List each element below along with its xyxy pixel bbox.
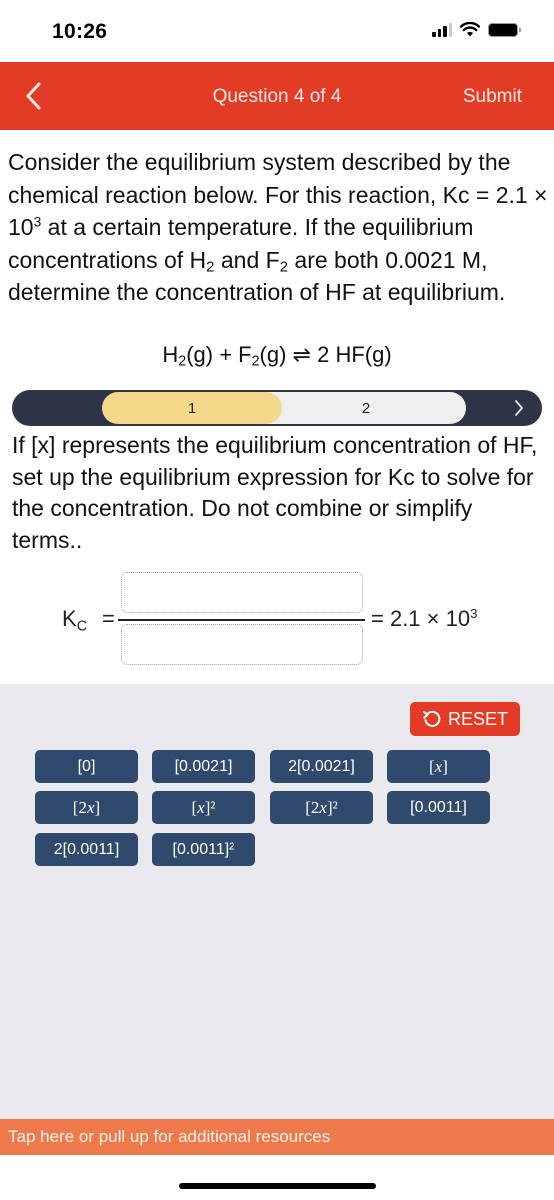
tile-label: [x]	[429, 756, 448, 776]
subscript: C	[76, 618, 88, 635]
status-icons	[432, 22, 521, 37]
tile-label: [x]²	[191, 797, 216, 817]
tile-0.0011-squared[interactable]: [0.0011]²	[152, 833, 255, 866]
undo-icon	[422, 710, 441, 727]
question-text: Consider the equilibrium system describe…	[8, 146, 548, 309]
tile-0.0021[interactable]: [0.0021]	[152, 750, 255, 783]
reset-label: RESET	[447, 708, 508, 729]
step-1-tab[interactable]: 1	[102, 392, 282, 424]
question-text-part: and F	[214, 246, 280, 273]
tile-x[interactable]: [x]	[387, 750, 490, 783]
numerator-drop-zone[interactable]	[121, 572, 363, 613]
tile-2x-0.0021[interactable]: 2[0.0021]	[270, 750, 373, 783]
kc-value-text: = 2.1 × 10	[371, 606, 471, 631]
home-indicator[interactable]	[179, 1183, 376, 1189]
chevron-right-icon	[515, 400, 523, 416]
equals-sign: =	[102, 606, 115, 631]
tile-0.0011[interactable]: [0.0011]	[387, 791, 490, 824]
reaction-part: (g) ⇌ 2 HF(g)	[259, 342, 392, 367]
kc-value: = 2.1 × 103	[371, 606, 477, 632]
tile-2x-0.0011[interactable]: 2[0.0011]	[35, 833, 138, 866]
cellular-signal-icon	[432, 22, 452, 37]
denominator-drop-zone[interactable]	[121, 624, 363, 665]
reset-button[interactable]: RESET	[410, 702, 520, 736]
instruction-text: If [x] represents the equilibrium concen…	[12, 432, 538, 553]
tile-zero[interactable]: [0]	[35, 750, 138, 783]
tile-x-squared[interactable]: [x]²	[152, 791, 255, 824]
tile-label: [2x]²	[305, 797, 338, 817]
step-2-tab[interactable]: 2	[266, 392, 466, 424]
subscript: 2	[251, 353, 260, 370]
tile-2x[interactable]: [2x]	[35, 791, 138, 824]
superscript: 3	[470, 606, 478, 622]
reaction-part: (g) + F	[186, 342, 252, 367]
subscript: 2	[279, 258, 289, 276]
nav-bar: Question 4 of 4 Submit	[0, 62, 554, 130]
subscript: 2	[178, 353, 187, 370]
chemical-reaction: H2(g) + F2(g) ⇌ 2 HF(g)	[0, 342, 554, 370]
next-step-button[interactable]	[514, 390, 524, 426]
battery-icon	[488, 22, 521, 37]
wifi-icon	[460, 22, 480, 37]
tile-label: [2x]	[72, 797, 101, 817]
submit-button[interactable]: Submit	[463, 86, 522, 108]
fraction-bar	[118, 619, 365, 621]
status-time: 10:26	[52, 20, 108, 43]
kc-symbol: K	[62, 606, 77, 631]
step-navigator: 2 1	[12, 390, 542, 426]
status-bar: 10:26	[0, 0, 554, 62]
additional-resources-bar[interactable]: Tap here or pull up for additional resou…	[0, 1119, 554, 1155]
kc-label: KC	[62, 606, 88, 635]
reactant-h: H	[162, 342, 179, 367]
tile-2x-squared[interactable]: [2x]²	[270, 791, 373, 824]
